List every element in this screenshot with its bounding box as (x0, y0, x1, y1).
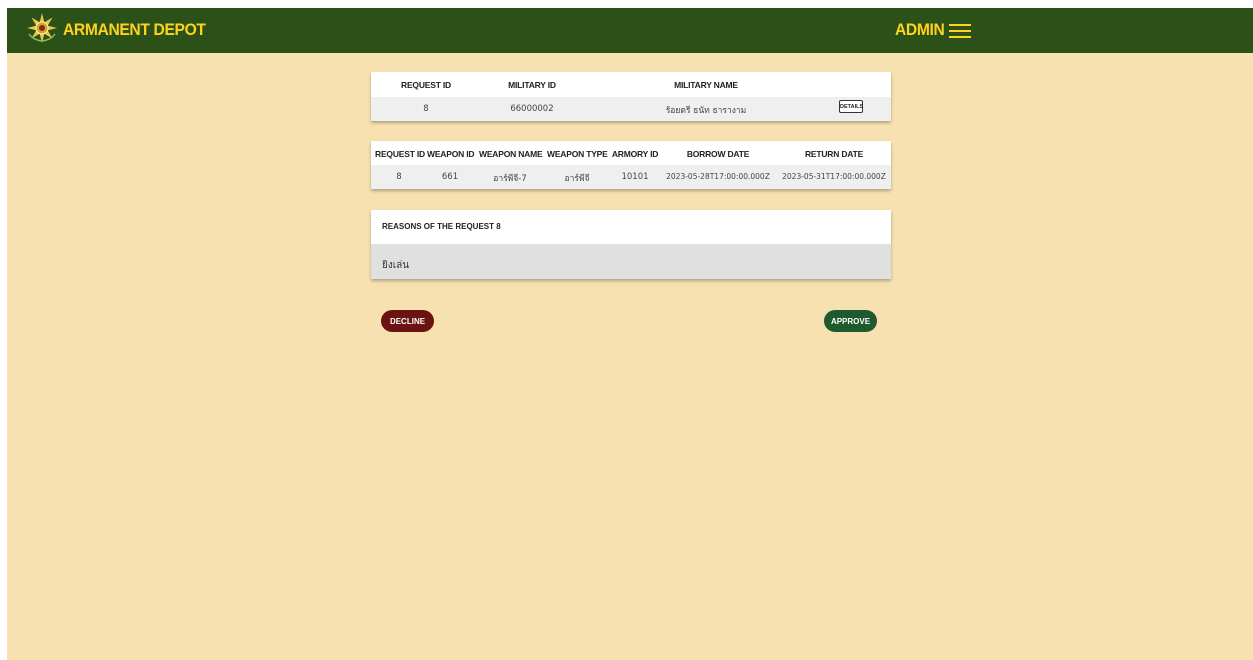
col-borrow-date: BORROW DATE (686, 149, 750, 159)
page: ARMANENT DEPOT ADMIN REQUEST ID MILITARY… (7, 8, 1253, 660)
request-summary-card: REQUEST ID MILITARY ID MILITARY NAME 8 6… (371, 72, 891, 121)
col-weapon-type: WEAPON TYPE (547, 149, 608, 159)
top-navbar: ARMANENT DEPOT ADMIN (7, 8, 1253, 53)
request-summary-row: 8 66000002 ร้อยตรี ธนัท ธารางาม (371, 97, 891, 121)
cell-military-name: ร้อยตรี ธนัท ธารางาม (665, 106, 747, 116)
reasons-header: REASONS OF THE REQUEST 8 (371, 210, 891, 244)
weapon-table-header: REQUEST ID WEAPON ID WEAPON NAME WEAPON … (371, 141, 891, 165)
hamburger-icon[interactable] (949, 22, 971, 40)
col-return-date: RETURN DATE (804, 149, 864, 159)
reasons-text: ยิงเล่น (382, 260, 410, 271)
brand-title[interactable]: ARMANENT DEPOT (63, 20, 206, 40)
col-military-name: MILITARY NAME (674, 80, 738, 90)
col-weapon-id: WEAPON ID (427, 149, 475, 159)
reasons-title: REASONS OF THE REQUEST 8 (382, 222, 501, 231)
weapon-table-card: REQUEST ID WEAPON ID WEAPON NAME WEAPON … (371, 141, 891, 189)
col-armory-id: ARMORY ID (611, 149, 659, 159)
col-weapon-name: WEAPON NAME (479, 149, 543, 159)
admin-user-label[interactable]: ADMIN (895, 20, 945, 40)
col-request-id: REQUEST ID (401, 80, 451, 90)
cell-military-id: 66000002 (510, 104, 554, 114)
details-button[interactable]: DETAILS (839, 100, 863, 113)
approve-button[interactable]: APPROVE (824, 310, 877, 332)
col-military-id: MILITARY ID (508, 80, 556, 90)
decline-button[interactable]: DECLINE (381, 310, 434, 332)
cell-weapon-id: 661 (441, 172, 459, 182)
weapon-table-row: 8 661 อาร์พีจี-7 อาร์พีจี 10101 2023-05-… (371, 165, 891, 189)
reasons-body (371, 244, 891, 279)
cell-weapon-name: อาร์พีจี-7 (493, 174, 527, 184)
request-summary-header: REQUEST ID MILITARY ID MILITARY NAME (371, 72, 891, 97)
col-request-id: REQUEST ID (375, 149, 425, 159)
emblem-icon[interactable] (25, 11, 59, 45)
reasons-card: REASONS OF THE REQUEST 8 ยิงเล่น (371, 210, 891, 279)
cell-armory-id: 10101 (621, 172, 649, 182)
cell-return-date: 2023-05-31T17:00:00.000Z (782, 172, 886, 181)
cell-request-id: 8 (423, 104, 429, 114)
cell-request-id: 8 (396, 172, 402, 182)
cell-borrow-date: 2023-05-28T17:00:00.000Z (666, 172, 770, 181)
cell-weapon-type: อาร์พีจี (564, 174, 590, 184)
